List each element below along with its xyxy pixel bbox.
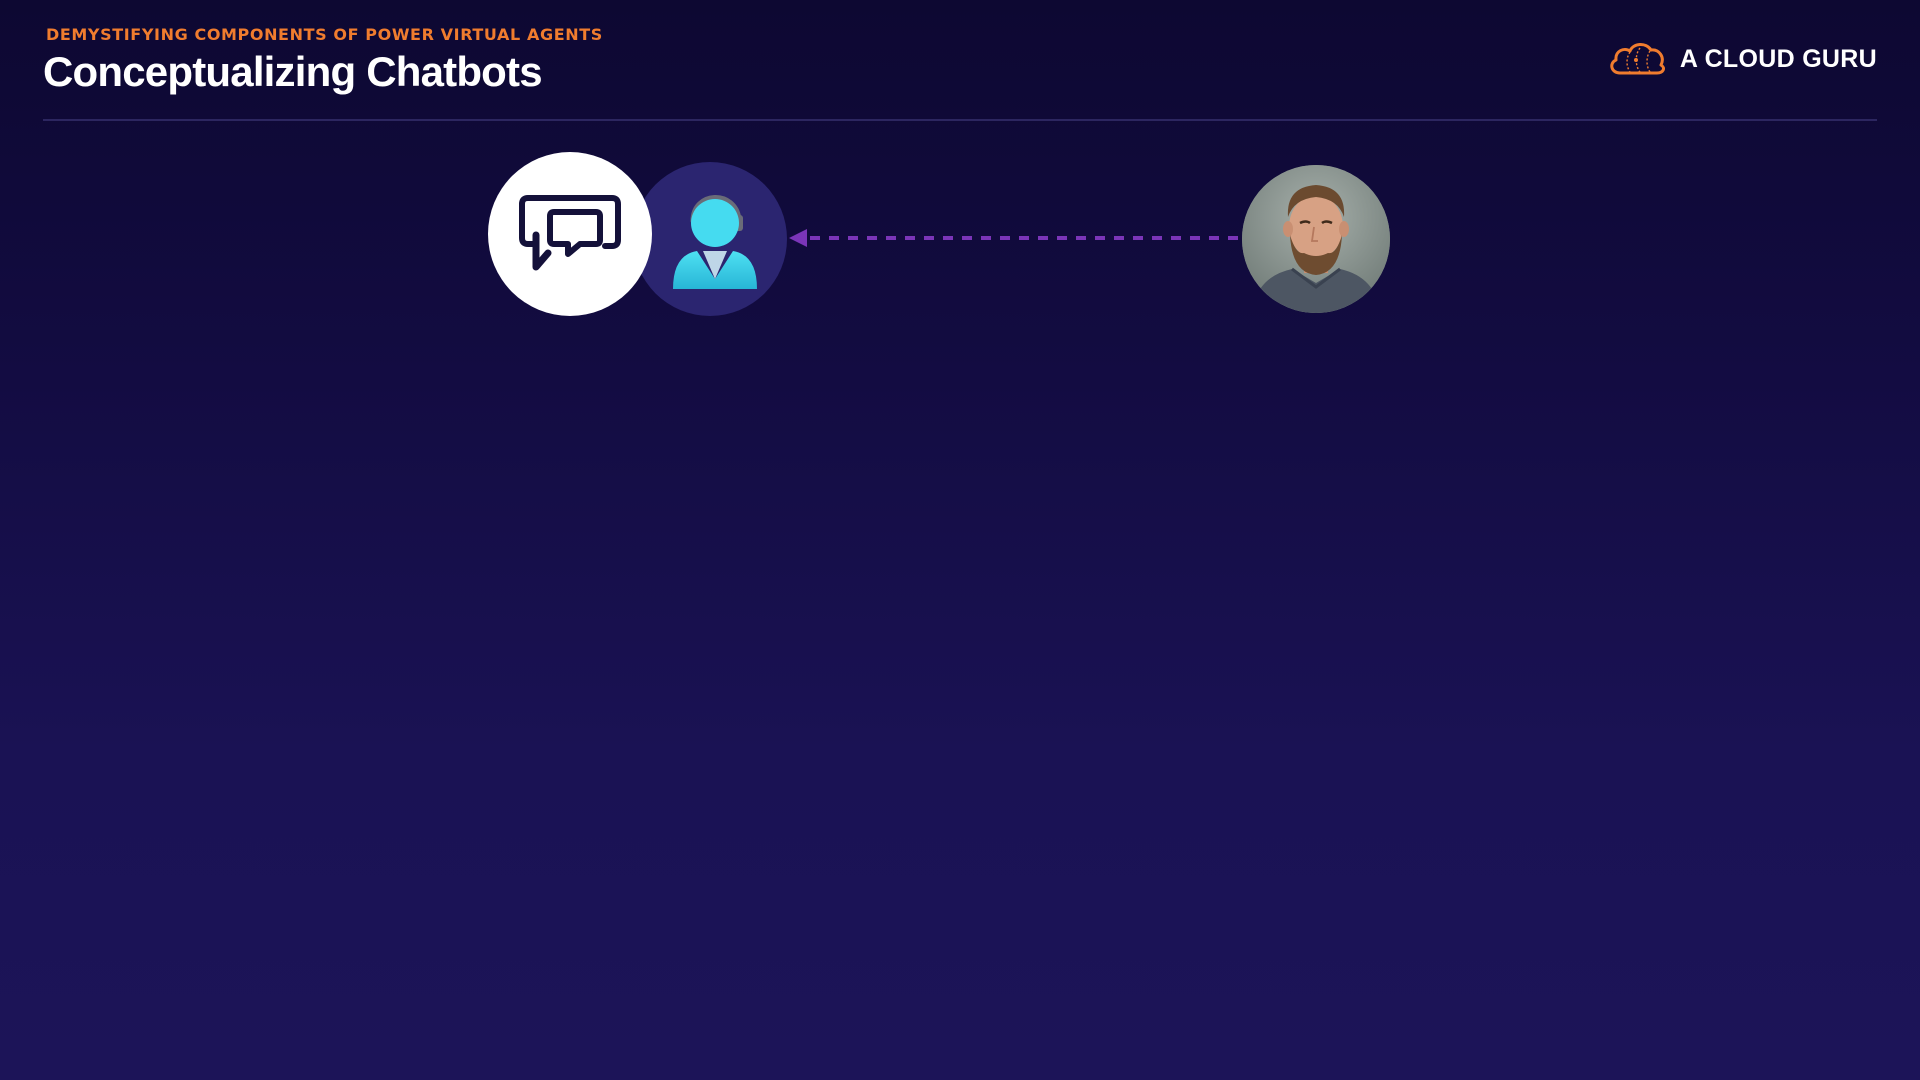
brand-name: A CLOUD GURU [1679,44,1877,73]
slide-title: Conceptualizing Chatbots [43,48,543,95]
chatbot-node [488,152,652,316]
user-avatar [1242,165,1390,313]
section-subtitle: DEMYSTIFYING COMPONENTS OF POWER VIRTUAL… [46,25,603,44]
person-photo [1242,165,1390,313]
brand-logo: A CLOUD GURU [1606,36,1877,82]
support-agent-icon [673,195,757,289]
cloud-logo-icon [1610,43,1665,75]
chat-bubbles-icon [519,195,621,271]
dashed-arrow-connector [789,229,1243,247]
support-agent-node [633,162,787,316]
header-divider [43,119,1877,121]
